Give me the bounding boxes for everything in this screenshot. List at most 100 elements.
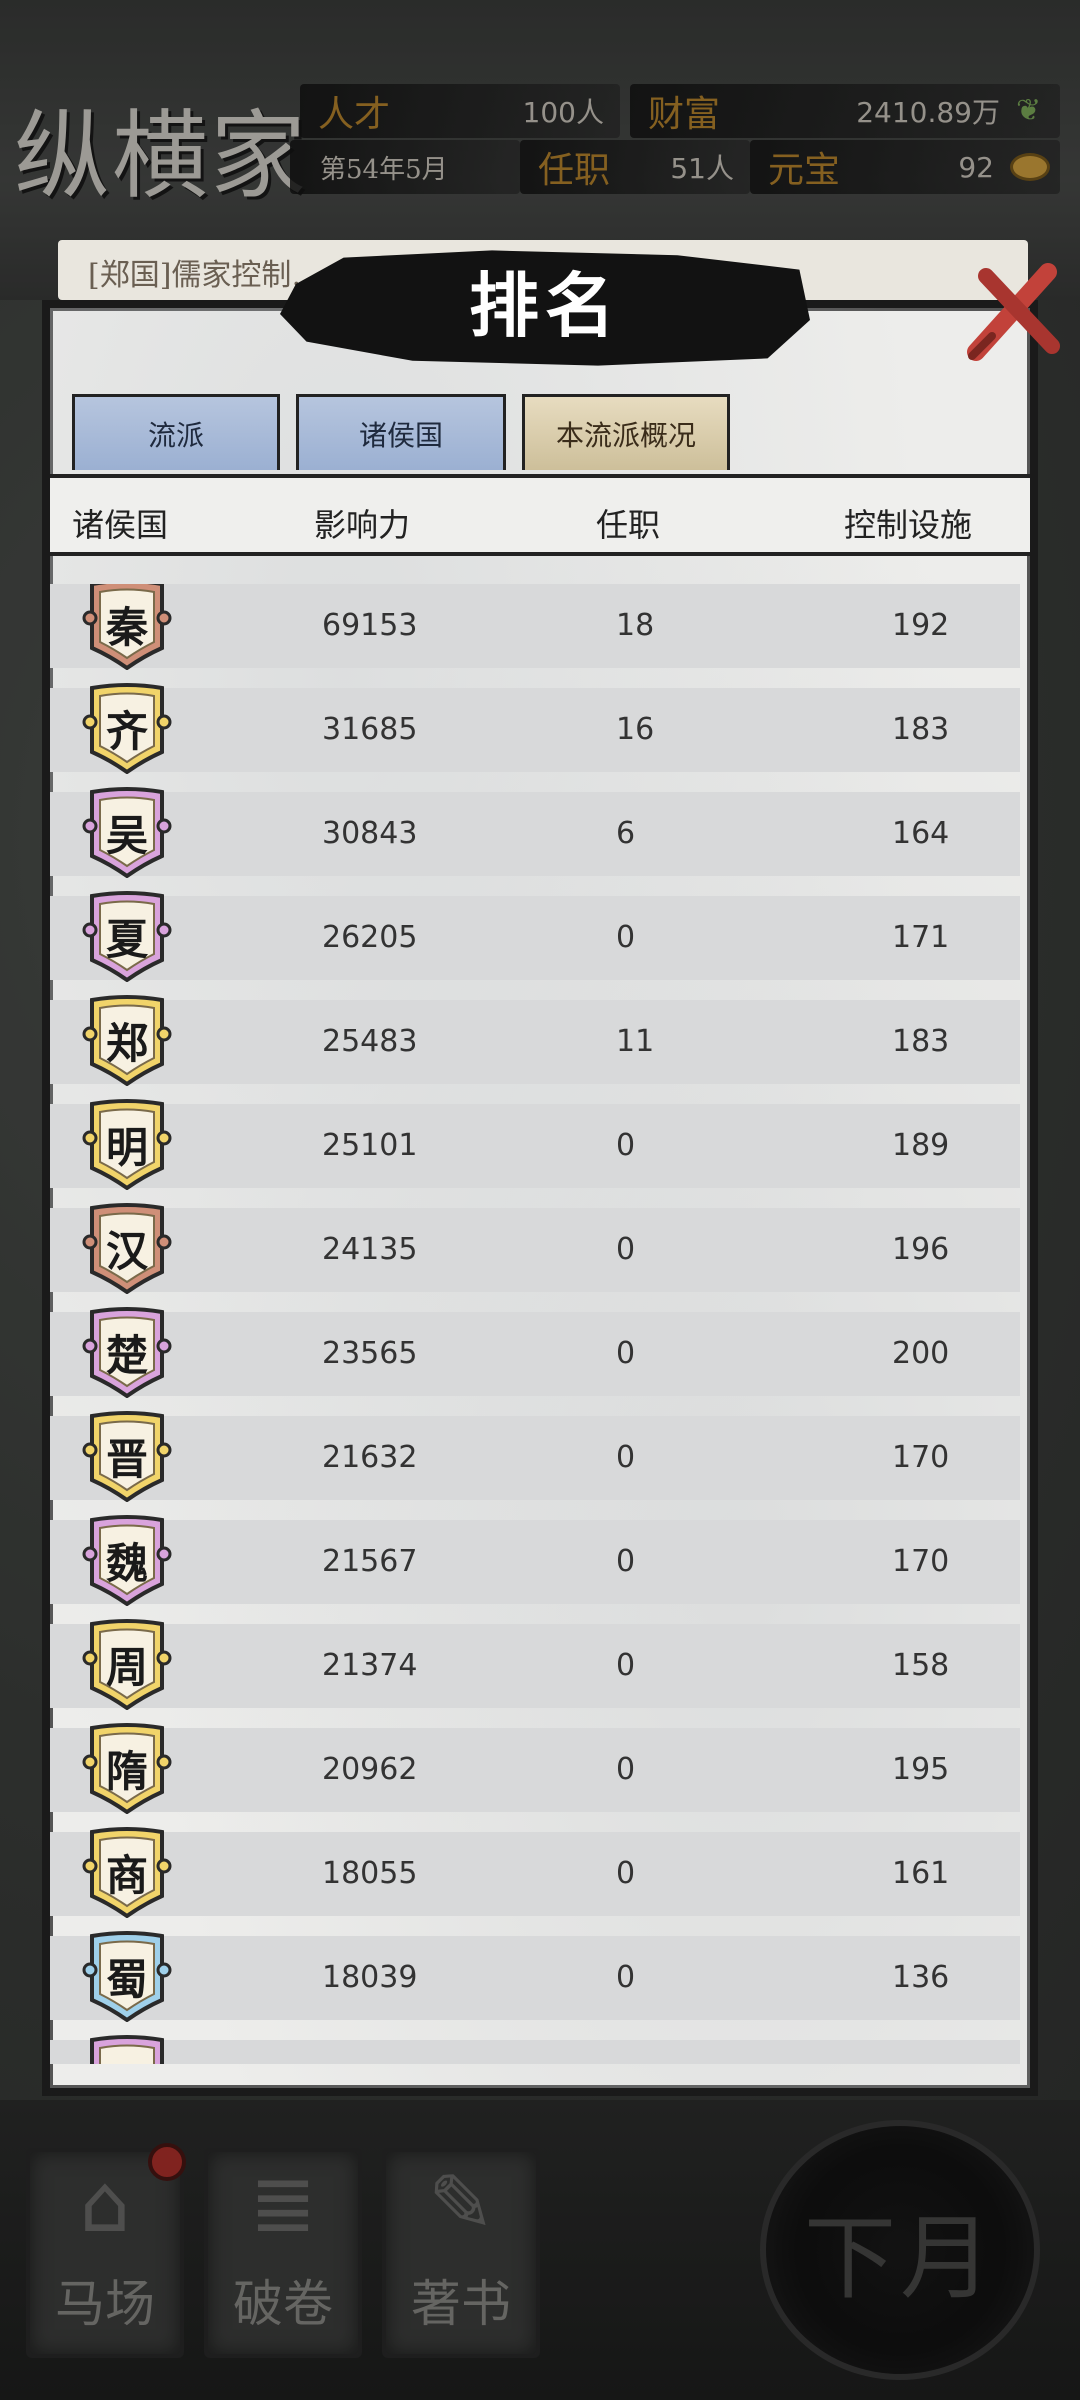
influence-value: 24135 — [322, 1232, 418, 1267]
facilities-value: 170 — [892, 1440, 950, 1475]
office-value: 11 — [616, 1024, 655, 1059]
facilities-value: 161 — [892, 1856, 950, 1891]
facilities-value: 196 — [892, 1232, 950, 1267]
state-name: 郑 — [105, 1019, 148, 1068]
state-banner-icon — [82, 2034, 172, 2064]
influence-value: 20962 — [322, 1752, 418, 1787]
close-button[interactable] — [962, 258, 1066, 368]
office-value: 0 — [616, 1232, 636, 1267]
influence-value: 21374 — [322, 1648, 418, 1683]
tab-school-label: 流派 — [147, 418, 204, 452]
office-value: 16 — [616, 712, 655, 747]
tab-school-overview[interactable]: 本流派概况 — [522, 394, 730, 470]
influence-value: 23565 — [322, 1336, 418, 1371]
state-name: 汉 — [105, 1227, 148, 1276]
state-banner-icon: 吴 — [82, 786, 172, 879]
table-header: 诸侯国 影响力 任职 控制设施 — [50, 474, 1030, 556]
office-value: 0 — [616, 1128, 636, 1163]
state-name: 蜀 — [105, 1955, 148, 2004]
office-value: 0 — [616, 1648, 636, 1683]
state-name: 晋 — [105, 1435, 148, 1484]
facilities-value: 171 — [892, 920, 950, 955]
facilities-value: 183 — [892, 712, 950, 747]
table-row[interactable]: 楚 23565 0 200 — [50, 1307, 1020, 1399]
table-row[interactable]: 汉 24135 0 196 — [50, 1203, 1020, 1295]
ranking-table[interactable]: 秦 69153 18 192 齐 31685 16 183 吴 30843 6 164 夏 26205 0 1… — [50, 584, 1020, 2064]
table-row[interactable]: 晋 21632 0 170 — [50, 1411, 1020, 1503]
state-banner-icon: 商 — [82, 1826, 172, 1919]
col-facilities-header: 控制设施 — [844, 506, 973, 544]
state-name: 周 — [105, 1643, 148, 1692]
influence-value: 31685 — [322, 712, 418, 747]
facilities-value: 170 — [892, 1544, 950, 1579]
state-name: 夏 — [105, 915, 148, 964]
office-value: 0 — [616, 1440, 636, 1475]
office-value: 6 — [616, 816, 636, 851]
state-banner-icon: 夏 — [82, 890, 172, 983]
table-row[interactable]: 吴 30843 6 164 — [50, 787, 1020, 879]
state-name: 楚 — [105, 1331, 148, 1380]
table-row[interactable]: 夏 26205 0 171 — [50, 891, 1020, 983]
facilities-value: 200 — [892, 1336, 950, 1371]
office-value: 0 — [616, 1336, 636, 1371]
table-row[interactable]: 齐 31685 16 183 — [50, 683, 1020, 775]
office-value: 0 — [616, 1752, 636, 1787]
col-state-header: 诸侯国 — [72, 506, 169, 544]
influence-value: 18055 — [322, 1856, 418, 1891]
facilities-value: 136 — [892, 1960, 950, 1995]
facilities-value: 195 — [892, 1752, 950, 1787]
table-row[interactable]: 秦 69153 18 192 — [50, 584, 1020, 671]
state-banner-icon: 齐 — [82, 682, 172, 775]
state-banner-icon: 晋 — [82, 1410, 172, 1503]
state-banner-icon: 郑 — [82, 994, 172, 1087]
state-banner-icon: 蜀 — [82, 1930, 172, 2023]
table-row[interactable]: 蜀 18039 0 136 — [50, 1931, 1020, 2023]
state-name: 齐 — [105, 707, 148, 756]
table-row[interactable]: 隋 20962 0 195 — [50, 1723, 1020, 1815]
office-value: 0 — [616, 1960, 636, 1995]
panel-title: 排名 — [469, 264, 621, 347]
table-row[interactable]: 明 25101 0 189 — [50, 1099, 1020, 1191]
state-banner-icon: 汉 — [82, 1202, 172, 1295]
influence-value: 21567 — [322, 1544, 418, 1579]
tab-school[interactable]: 流派 — [72, 394, 280, 470]
tab-states-label: 诸侯国 — [358, 418, 443, 452]
state-name: 商 — [105, 1851, 148, 1900]
col-influence-header: 影响力 — [314, 506, 411, 544]
influence-value: 26205 — [322, 920, 418, 955]
table-row[interactable]: 魏 21567 0 170 — [50, 1515, 1020, 1607]
office-value: 18 — [616, 608, 655, 643]
table-row[interactable]: 商 18055 0 161 — [50, 1827, 1020, 1919]
office-value: 0 — [616, 1544, 636, 1579]
facilities-value: 183 — [892, 1024, 950, 1059]
influence-value: 69153 — [322, 608, 418, 643]
table-row[interactable] — [50, 2035, 1020, 2064]
office-value: 0 — [616, 1856, 636, 1891]
table-row[interactable]: 周 21374 0 158 — [50, 1619, 1020, 1711]
influence-value: 18039 — [322, 1960, 418, 1995]
col-office-header: 任职 — [596, 506, 661, 544]
state-banner-icon: 楚 — [82, 1306, 172, 1399]
facilities-value: 192 — [892, 608, 950, 643]
influence-value: 21632 — [322, 1440, 418, 1475]
close-icon — [967, 263, 1060, 361]
state-name: 隋 — [105, 1747, 148, 1796]
state-name: 魏 — [105, 1539, 148, 1588]
state-banner-icon: 隋 — [82, 1722, 172, 1815]
facilities-value: 158 — [892, 1648, 950, 1683]
state-name: 吴 — [105, 811, 148, 860]
state-banner-icon: 周 — [82, 1618, 172, 1711]
state-banner-icon: 魏 — [82, 1514, 172, 1607]
tab-overview-label: 本流派概况 — [555, 418, 696, 452]
state-name: 秦 — [105, 603, 148, 652]
table-row[interactable]: 郑 25483 11 183 — [50, 995, 1020, 1087]
influence-value: 30843 — [322, 816, 418, 851]
influence-value: 25101 — [322, 1128, 418, 1163]
influence-value: 25483 — [322, 1024, 418, 1059]
tab-states[interactable]: 诸侯国 — [296, 394, 506, 470]
office-value: 0 — [616, 920, 636, 955]
state-banner-icon: 明 — [82, 1098, 172, 1191]
state-banner-icon: 秦 — [82, 584, 172, 671]
facilities-value: 164 — [892, 816, 950, 851]
facilities-value: 189 — [892, 1128, 950, 1163]
